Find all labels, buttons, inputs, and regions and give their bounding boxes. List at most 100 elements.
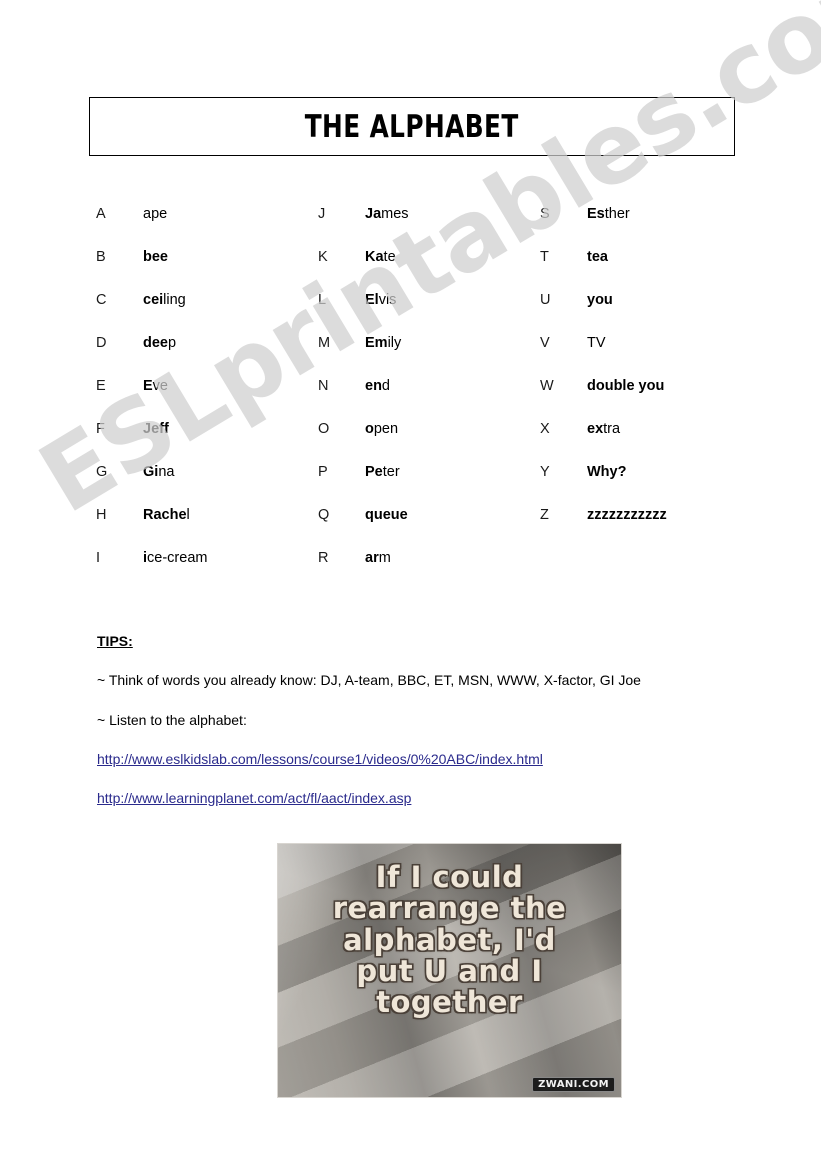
alphabet-letter: T	[540, 249, 549, 265]
alphabet-example-word: zzzzzzzzzzz	[587, 507, 667, 523]
alphabet-row: O open	[318, 421, 540, 464]
alphabet-letter: Y	[540, 464, 550, 480]
alphabet-letter: S	[540, 206, 550, 222]
alphabet-letter: J	[318, 206, 326, 222]
alphabet-example-word: queue	[365, 507, 408, 523]
plain-part: na	[158, 464, 175, 480]
plain-part: l	[186, 507, 190, 523]
plain-part: mes	[381, 206, 409, 222]
alphabet-grid: A ape B bee C ceiling D deep E Eve F Jef…	[96, 206, 756, 593]
alphabet-row: B bee	[96, 249, 318, 292]
alphabet-example-word: Elvis	[365, 292, 396, 308]
alphabet-row: E Eve	[96, 378, 318, 421]
alphabet-column-1: A ape B bee C ceiling D deep E Eve F Jef…	[96, 206, 318, 593]
bold-part: double you	[587, 378, 665, 394]
plain-part: ling	[163, 292, 186, 308]
alphabet-row: C ceiling	[96, 292, 318, 335]
bold-part: dee	[143, 335, 168, 351]
bold-part: ex	[587, 421, 604, 437]
caption-line: If I could	[375, 860, 524, 894]
alphabet-row: V TV	[540, 335, 740, 378]
alphabet-letter: Z	[540, 507, 549, 523]
bold-part: en	[365, 378, 382, 394]
alphabet-example-word: Emily	[365, 335, 401, 351]
bold-part: Pe	[365, 464, 383, 480]
alphabet-example-word: open	[365, 421, 398, 437]
plain-part: te	[383, 249, 396, 265]
alphabet-row: L Elvis	[318, 292, 540, 335]
alphabet-row: U you	[540, 292, 740, 335]
alphabet-letter: N	[318, 378, 329, 394]
caption-line: together	[376, 985, 523, 1020]
alphabet-example-word: Peter	[365, 464, 400, 480]
alphabet-row: R arm	[318, 550, 540, 593]
alphabet-row: Y Why?	[540, 464, 740, 507]
tip-line-known-words: ~ Think of words you already know: DJ, A…	[97, 672, 641, 688]
alphabet-letter: X	[540, 421, 550, 437]
bold-part: Es	[587, 206, 605, 222]
bold-part: tea	[587, 249, 608, 265]
plain-part: ther	[604, 206, 630, 222]
bold-part: Ja	[365, 206, 382, 222]
bold-part: cei	[143, 292, 164, 308]
bold-part: queue	[365, 507, 408, 523]
alphabet-row: P Peter	[318, 464, 540, 507]
alphabet-letter: R	[318, 550, 329, 566]
bold-part: Why?	[587, 464, 627, 480]
alphabet-row: D deep	[96, 335, 318, 378]
alphabet-row: T tea	[540, 249, 740, 292]
alphabet-joke-photo: If I could rearrange the alphabet, I'd p…	[277, 843, 622, 1098]
plain-part: vis	[378, 292, 397, 308]
alphabet-example-word: Gina	[143, 464, 174, 480]
bold-part: Jeff	[143, 421, 169, 437]
plain-part: tra	[603, 421, 621, 437]
alphabet-row: J James	[318, 206, 540, 249]
alphabet-example-word: James	[365, 206, 409, 222]
tip-line-listen: ~ Listen to the alphabet:	[97, 712, 247, 728]
alphabet-letter: A	[96, 206, 106, 222]
plain-part: pen	[373, 421, 399, 437]
alphabet-example-word: Esther	[587, 206, 630, 222]
link-eslkidslab[interactable]: http://www.eslkidslab.com/lessons/course…	[97, 751, 543, 767]
alphabet-letter: H	[96, 507, 107, 523]
worksheet-page: ESLprintables.com THE ALPHABET A ape B b…	[0, 0, 821, 1169]
alphabet-row: G Gina	[96, 464, 318, 507]
alphabet-letter: P	[318, 464, 328, 480]
page-title: THE ALPHABET	[305, 108, 519, 145]
alphabet-row: A ape	[96, 206, 318, 249]
plain-part: TV	[587, 335, 606, 351]
alphabet-letter: W	[540, 378, 554, 394]
alphabet-letter: C	[96, 292, 107, 308]
alphabet-example-word: bee	[143, 249, 168, 265]
plain-part: ape	[143, 206, 168, 222]
alphabet-example-word: TV	[587, 335, 606, 351]
alphabet-example-word: deep	[143, 335, 176, 351]
bold-part: Ka	[365, 249, 384, 265]
caption-line: alphabet, I'd	[343, 922, 556, 957]
alphabet-column-2: J James K Kate L Elvis M Emily N end O o…	[318, 206, 540, 593]
alphabet-example-word: ceiling	[143, 292, 186, 308]
bold-part: you	[587, 292, 613, 308]
alphabet-row: Q queue	[318, 507, 540, 550]
alphabet-example-word: Rachel	[143, 507, 190, 523]
alphabet-row: H Rachel	[96, 507, 318, 550]
plain-part: ter	[382, 464, 400, 480]
alphabet-example-word: Eve	[143, 378, 168, 394]
alphabet-example-word: Why?	[587, 464, 626, 480]
alphabet-letter: V	[540, 335, 550, 351]
alphabet-example-word: you	[587, 292, 613, 308]
bold-part: Rache	[143, 507, 187, 523]
bold-part: o	[365, 421, 374, 437]
tips-heading: TIPS:	[97, 633, 133, 649]
link-learningplanet[interactable]: http://www.learningplanet.com/act/fl/aac…	[97, 790, 411, 806]
alphabet-row: W double you	[540, 378, 740, 421]
bold-part: Em	[365, 335, 388, 351]
bold-part: bee	[143, 249, 168, 265]
alphabet-example-word: extra	[587, 421, 620, 437]
alphabet-letter: F	[96, 421, 105, 437]
bold-part: Gi	[143, 464, 159, 480]
alphabet-letter: E	[96, 378, 106, 394]
alphabet-row: K Kate	[318, 249, 540, 292]
caption-line: put U and I	[356, 953, 543, 988]
alphabet-letter: L	[318, 292, 327, 308]
